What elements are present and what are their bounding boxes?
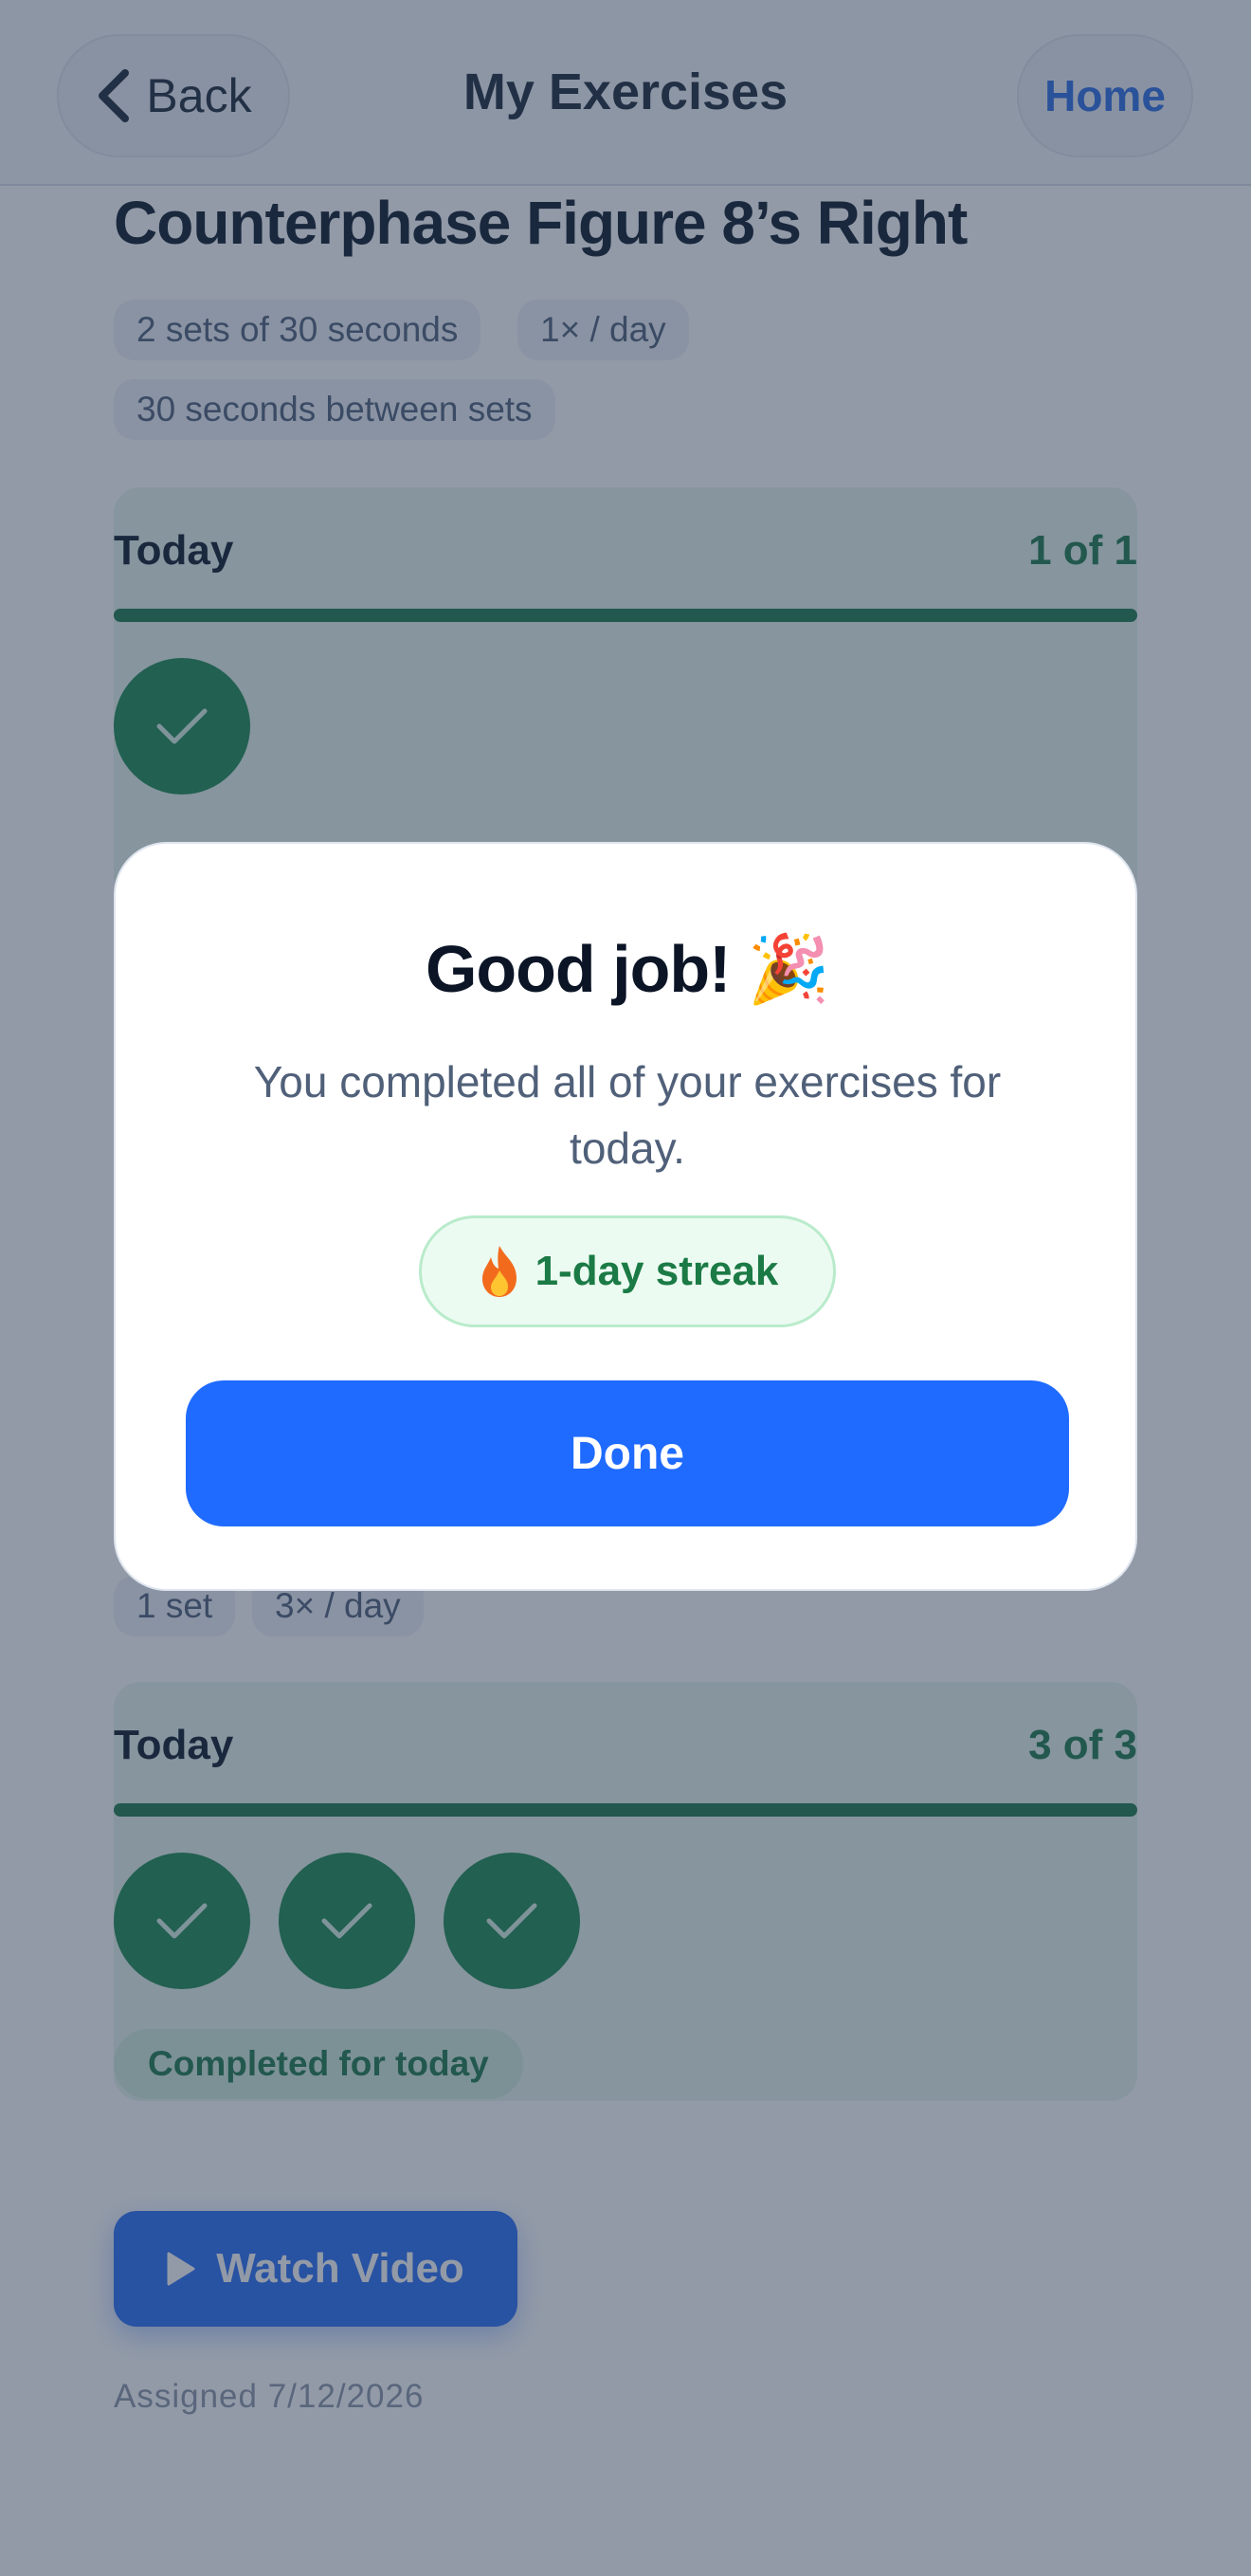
- streak-badge: 1-day streak: [419, 1215, 836, 1327]
- done-label: Done: [571, 1428, 684, 1479]
- dialog-title: Good job! 🎉: [425, 932, 830, 1006]
- streak-label: 1-day streak: [535, 1248, 779, 1294]
- dialog-message: You completed all of your exercises for …: [253, 1057, 1002, 1173]
- completion-dialog: Good job! 🎉 You completed all of your ex…: [114, 842, 1137, 1591]
- fire-icon: [481, 1246, 517, 1297]
- done-button[interactable]: Done: [186, 1380, 1069, 1526]
